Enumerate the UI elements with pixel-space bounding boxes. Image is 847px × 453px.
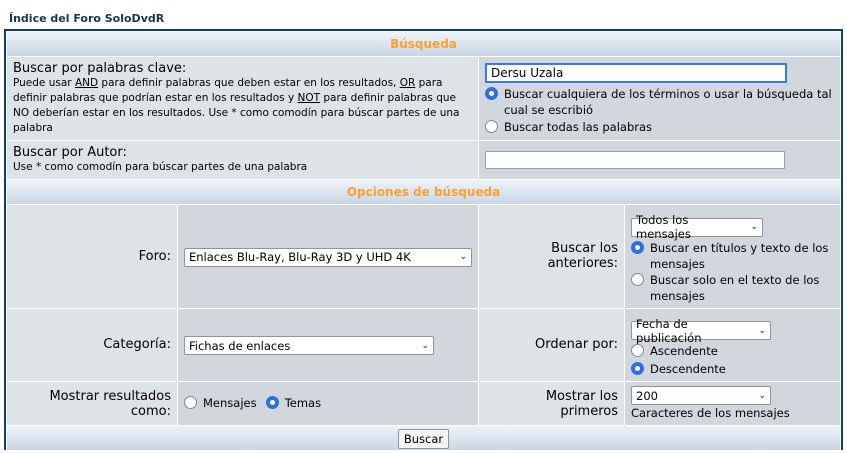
keywords-input[interactable]: Dersu Uzala [485, 62, 787, 83]
radio-unchecked-icon[interactable] [485, 119, 498, 133]
keywords-input-cell: Dersu Uzala Buscar cualquiera de los tér… [479, 57, 840, 140]
radio-display-posts[interactable]: Mensajes [184, 395, 257, 411]
radio-all-terms[interactable]: Buscar todas las palabras [485, 119, 834, 135]
category-select-cell: Fichas de enlaces ⌄ [178, 308, 478, 381]
author-input[interactable] [485, 151, 785, 169]
first-select[interactable]: 200 ⌄ [631, 386, 771, 405]
chevron-down-icon: ⌄ [758, 325, 766, 336]
forum-select-cell: Enlaces Blu-Ray, Blu-Ray 3D y UHD 4K ⌄ [178, 205, 478, 308]
radio-checked-icon[interactable] [265, 396, 279, 409]
section-header-options: Opciones de búsqueda [7, 180, 840, 204]
chevron-down-icon: ⌄ [459, 252, 467, 262]
breadcrumb[interactable]: Índice del Foro SoloDvdR [9, 12, 164, 25]
author-label-cell: Buscar por Autor: Use * como comodín par… [7, 141, 478, 179]
radio-any-terms[interactable]: Buscar cualquiera de los términos o usar… [485, 86, 834, 118]
previous-cell: Todos los mensajes ⌄ Buscar en títulos y… [625, 205, 840, 308]
radio-search-text[interactable]: Buscar solo en el texto de los mensajes [631, 272, 834, 304]
display-label: Mostrar resultados como: [7, 382, 177, 425]
radio-display-topics[interactable]: Temas [265, 395, 321, 411]
section-title: Búsqueda [390, 37, 457, 51]
first-cell: 200 ⌄ Caracteres de los mensajes [625, 382, 840, 425]
previous-label: Buscar los anteriores: [479, 205, 624, 308]
radio-search-titles[interactable]: Buscar en títulos y texto de los mensaje… [631, 240, 834, 272]
first-suffix: Caracteres de los mensajes [631, 406, 790, 420]
sort-cell: Fecha de publicación ⌄ Ascendente Descen… [625, 308, 840, 381]
sort-select[interactable]: Fecha de publicación ⌄ [631, 317, 771, 345]
previous-select[interactable]: Todos los mensajes ⌄ [631, 213, 763, 241]
radio-checked-icon[interactable] [485, 86, 498, 100]
keywords-label-cell: Buscar por palabras clave: Puede usar AN… [7, 57, 478, 140]
chevron-down-icon: ⌄ [750, 222, 758, 232]
submit-row: Buscar [7, 426, 840, 450]
chevron-down-icon: ⌄ [758, 390, 766, 401]
search-button[interactable]: Buscar [397, 428, 450, 449]
section-header-search: Búsqueda [7, 32, 840, 56]
radio-unchecked-icon[interactable] [631, 344, 644, 357]
section-title: Opciones de búsqueda [346, 185, 501, 199]
forum-label: Foro: [7, 205, 177, 308]
keywords-hint: Puede usar AND para definir palabras que… [13, 77, 460, 134]
search-form: Búsqueda Buscar por palabras clave: Pued… [4, 29, 843, 451]
sort-label: Ordenar por: [479, 308, 624, 381]
keywords-label: Buscar por palabras clave: [13, 61, 187, 76]
display-cell: Mensajes Temas [178, 382, 478, 425]
radio-checked-icon[interactable] [631, 240, 644, 254]
radio-unchecked-icon[interactable] [184, 396, 197, 409]
author-hint: Use * como comodín para búscar partes de… [13, 161, 308, 173]
chevron-down-icon: ⌄ [421, 340, 429, 351]
radio-descending[interactable]: Descendente [631, 361, 834, 377]
category-label: Categoría: [7, 308, 177, 381]
search-table: Búsqueda Buscar por palabras clave: Pued… [6, 31, 841, 451]
category-select[interactable]: Fichas de enlaces ⌄ [184, 336, 434, 355]
radio-unchecked-icon[interactable] [631, 272, 644, 286]
forum-select[interactable]: Enlaces Blu-Ray, Blu-Ray 3D y UHD 4K ⌄ [184, 247, 472, 267]
radio-ascending[interactable]: Ascendente [631, 343, 834, 359]
author-input-cell [479, 141, 840, 179]
first-label: Mostrar los primeros [479, 382, 624, 425]
author-label: Buscar por Autor: [13, 145, 127, 160]
radio-checked-icon[interactable] [631, 362, 644, 375]
